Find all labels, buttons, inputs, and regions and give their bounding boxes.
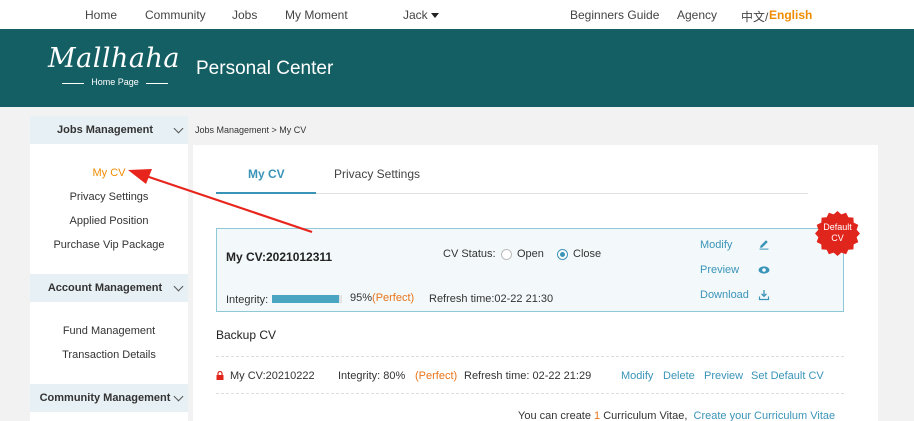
backup-refresh-time: Refresh time: 02-22 21:29 xyxy=(464,370,592,382)
nav-agency[interactable]: Agency xyxy=(677,8,717,22)
sidebar-item-privacy-settings[interactable]: Privacy Settings xyxy=(30,191,188,203)
user-menu[interactable]: Jack xyxy=(403,8,439,22)
cv-quota-note: You can create 1 Curriculum Vitae, Creat… xyxy=(518,410,836,421)
logo-home-page: Home Page xyxy=(58,77,172,87)
top-navigation: Home Community Jobs My Moment Jack Begin… xyxy=(0,0,914,29)
download-icon[interactable] xyxy=(758,289,770,304)
backup-cv-title: Backup CV xyxy=(216,328,277,342)
divider xyxy=(216,393,844,394)
download-link[interactable]: Download xyxy=(700,289,749,301)
integrity-progress-fill xyxy=(272,295,339,303)
nav-community[interactable]: Community xyxy=(145,8,206,22)
integrity-percent: 95% xyxy=(350,292,373,304)
backup-delete-link[interactable]: Delete xyxy=(663,370,695,382)
divider xyxy=(216,356,844,357)
status-close-radio[interactable] xyxy=(557,249,568,260)
integrity-progress-bar xyxy=(272,295,342,303)
quota-count: 1 xyxy=(594,410,601,421)
badge-text: Default CV xyxy=(815,222,860,244)
tab-active-indicator xyxy=(216,192,316,194)
status-close-label: Close xyxy=(573,248,602,260)
sidebar-item-fund-management[interactable]: Fund Management xyxy=(30,325,188,337)
create-cv-link[interactable]: Create your Curriculum Vitae xyxy=(694,410,836,421)
nav-my-moment[interactable]: My Moment xyxy=(285,8,348,22)
sidebar-head-label: Community Management xyxy=(39,392,171,404)
sidebar-item-my-cv[interactable]: My CV xyxy=(30,167,188,179)
nav-jobs[interactable]: Jobs xyxy=(232,8,257,22)
nav-beginners-guide[interactable]: Beginners Guide xyxy=(570,8,659,22)
quota-prefix: You can create xyxy=(518,410,591,421)
preview-link[interactable]: Preview xyxy=(700,264,739,276)
sidebar-head-jobs[interactable]: Jobs Management xyxy=(30,116,188,144)
eye-icon[interactable] xyxy=(758,265,770,278)
integrity-perfect: (Perfect) xyxy=(372,292,415,304)
nav-home[interactable]: Home xyxy=(85,8,117,22)
sidebar-item-purchase-vip[interactable]: Purchase Vip Package xyxy=(30,239,188,251)
set-default-cv-link[interactable]: Set Default CV xyxy=(751,370,824,382)
status-open-radio[interactable] xyxy=(501,249,512,260)
sidebar-head-label: Account Management xyxy=(47,282,163,294)
logo-text: Mallhaha xyxy=(48,43,180,74)
backup-preview-link[interactable]: Preview xyxy=(704,370,743,382)
sidebar-item-transaction-details[interactable]: Transaction Details xyxy=(30,349,188,361)
cv-status-label: CV Status: xyxy=(443,248,496,260)
refresh-time: Refresh time:02-22 21:30 xyxy=(429,293,554,305)
badge-line2: CV xyxy=(831,233,844,243)
sidebar-head-label: Jobs Management xyxy=(57,124,153,136)
quota-suffix: Curriculum Vitae xyxy=(603,410,685,421)
sidebar: Jobs Management My CV Privacy Settings A… xyxy=(30,116,188,421)
backup-integrity: Integrity: 80% xyxy=(338,370,406,382)
sidebar-head-account[interactable]: Account Management xyxy=(30,274,188,302)
tab-my-cv[interactable]: My CV xyxy=(248,167,285,181)
integrity-value: 95%(Perfect) xyxy=(350,292,414,304)
main-panel: My CV Privacy Settings My CV:2021012311 … xyxy=(193,145,878,421)
page-title: Personal Center xyxy=(196,58,334,79)
tab-privacy-settings[interactable]: Privacy Settings xyxy=(334,167,420,181)
modify-link[interactable]: Modify xyxy=(700,239,732,251)
cv-title: My CV:2021012311 xyxy=(226,250,333,264)
integrity-label: Integrity: xyxy=(226,294,269,306)
backup-perfect: (Perfect) xyxy=(415,370,458,382)
page-header: Mallhaha Home Page Personal Center xyxy=(0,29,914,107)
backup-cv-name: My CV:20210222 xyxy=(230,370,315,382)
status-open-label: Open xyxy=(517,248,544,260)
user-name: Jack xyxy=(403,8,428,22)
logo[interactable]: Mallhaha Home Page xyxy=(48,43,183,93)
badge-line1: Default xyxy=(823,222,852,232)
sidebar-head-community[interactable]: Community Management xyxy=(30,384,188,412)
pencil-icon[interactable] xyxy=(758,238,770,253)
lock-icon xyxy=(216,371,224,380)
default-cv-card: My CV:2021012311 CV Status: Open Close I… xyxy=(216,228,844,312)
backup-modify-link[interactable]: Modify xyxy=(621,370,653,382)
lang-english[interactable]: English xyxy=(769,8,812,22)
caret-down-icon xyxy=(430,13,439,19)
default-cv-badge: Default CV xyxy=(815,211,860,256)
breadcrumb: Jobs Management > My CV xyxy=(195,125,307,135)
lang-chinese[interactable]: 中文/ xyxy=(741,8,768,25)
sidebar-item-applied-position[interactable]: Applied Position xyxy=(30,215,188,227)
